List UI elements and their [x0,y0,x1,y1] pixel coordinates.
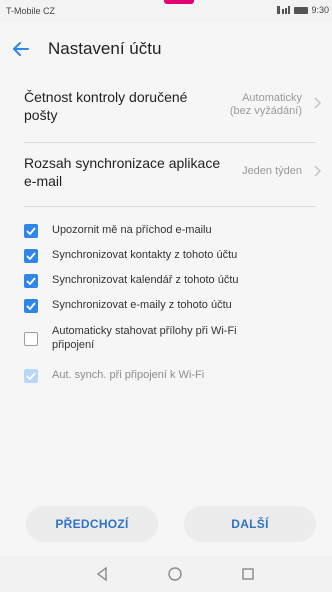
checkmark-icon [26,302,36,310]
back-arrow-icon[interactable] [8,36,34,62]
system-nav-bar [0,556,332,592]
checkmark-icon [26,227,36,235]
checkbox-unchecked[interactable] [24,332,38,346]
home-circle-icon[interactable] [166,565,184,583]
setting-value-line1: Automaticky [242,92,302,104]
checkbox-checked-disabled [24,369,38,383]
status-bar: T-Mobile CZ 9:30 [0,0,332,22]
checkbox-label: Automaticky stahovat přílohy při Wi-Fi p… [52,325,237,351]
divider [24,206,316,207]
checkbox-row[interactable]: Synchronizovat kalendář z tohoto účtu [24,273,324,288]
setting-value: Automaticky (bez vyžádání) [230,92,302,118]
checkmark-icon [26,372,36,380]
battery-icon [294,6,309,14]
checkbox-row[interactable]: Automaticky stahovat přílohy při Wi-Fi p… [24,324,274,352]
checkbox-row[interactable]: Upozornit mě na příchod e-mailu [24,223,324,238]
checkbox-label: Synchronizovat kalendář z tohoto účtu [52,274,239,286]
back-triangle-icon[interactable] [94,565,110,583]
checkbox-checked[interactable] [24,274,38,288]
page-title: Nastavení účtu [48,39,162,58]
app-header: Nastavení účtu [0,22,332,78]
checkbox-label: Aut. synch. při připojení k Wi-Fi [52,369,205,381]
setting-check-frequency[interactable]: Četnost kontroly doručené pošty Automati… [0,86,332,136]
checkmark-icon [26,252,36,260]
checkbox-label: Synchronizovat kontakty z tohoto účtu [52,249,238,261]
checkbox-checked[interactable] [24,249,38,263]
recents-square-icon[interactable] [240,565,256,583]
carrier-label: T-Mobile CZ [6,6,56,16]
setting-value-line2: (bez vyžádání) [229,105,302,117]
clock: 9:30 [311,5,329,15]
status-indicators: 9:30 [277,5,329,15]
setting-label: Četnost kontroly doručené pošty [24,89,188,123]
divider [24,142,316,143]
previous-button[interactable]: PŘEDCHOZÍ [26,506,158,542]
next-button[interactable]: DALŠÍ [184,506,316,542]
checkbox-checked[interactable] [24,299,38,313]
checkbox-label: Upozornit mě na příchod e-mailu [52,224,212,236]
checkmark-icon [26,277,36,285]
chevron-right-icon [314,165,322,177]
chevron-right-icon [314,97,322,109]
signal-icon [277,6,291,14]
setting-value: Jeden týden [242,165,302,178]
setting-label: Rozsah synchronizace aplikace e-mail [24,155,221,189]
checkbox-row[interactable]: Synchronizovat kontakty z tohoto účtu [24,248,324,263]
checkbox-checked[interactable] [24,224,38,238]
setting-value-line1: Jeden týden [242,165,302,177]
checkbox-label: Synchronizovat e-maily z tohoto účtu [52,299,232,311]
checkbox-row[interactable]: Synchronizovat e-maily z tohoto účtu [24,298,324,313]
setting-sync-range[interactable]: Rozsah synchronizace aplikace e-mail Jed… [0,152,332,200]
checkbox-row-disabled: Aut. synch. při připojení k Wi-Fi [24,368,324,383]
brand-tab [164,0,194,4]
